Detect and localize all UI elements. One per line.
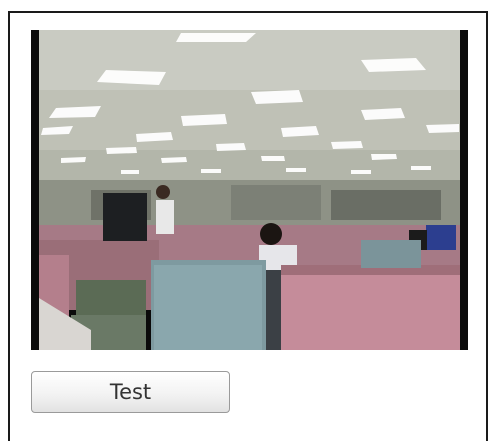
- test-button[interactable]: Test: [31, 371, 230, 413]
- camera-preview-image: [31, 30, 468, 350]
